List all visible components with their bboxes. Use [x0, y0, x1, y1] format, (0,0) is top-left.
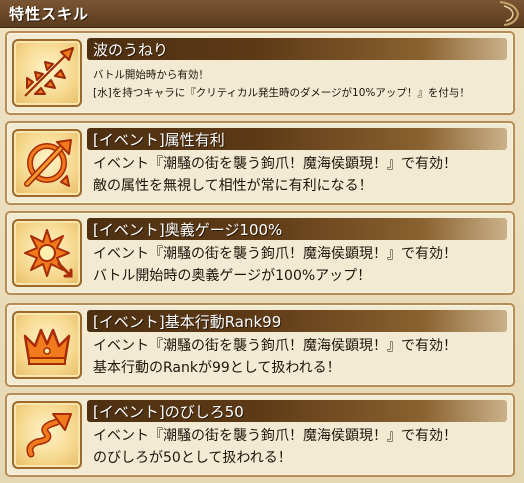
skill-description: イベント『潮騒の街を襲う鉤爪！魔海侯顕現！』で有効！ 敵の属性を無視して相性が常… [93, 153, 508, 197]
description-line: イベント『潮騒の街を襲う鉤爪！魔海侯顕現！』で有効！ [93, 246, 457, 262]
element-crosshair-icon [24, 139, 72, 187]
panel-title: 特性スキル [9, 5, 90, 23]
description-line: イベント『潮騒の街を襲う鉤爪！魔海侯顕現！』で有効！ [93, 156, 457, 172]
skill-name: [イベント]基本行動Rank99 [93, 313, 282, 331]
skill-row-action-rank[interactable]: [イベント]基本行動Rank99 イベント『潮騒の街を襲う鉤爪！魔海侯顕現！』で… [5, 303, 515, 387]
skill-description: イベント『潮騒の街を襲う鉤爪！魔海侯顕現！』で有効！ のびしろが50として扱われ… [93, 425, 508, 469]
skill-description: イベント『潮騒の街を襲う鉤爪！魔海侯顕現！』で有効！ 基本行動のRankが99と… [93, 335, 508, 379]
skill-row-element-advantage[interactable]: [イベント]属性有利 イベント『潮騒の街を襲う鉤爪！魔海侯顕現！』で有効！ 敵の… [5, 121, 515, 205]
description-line: 敵の属性を無視して相性が常に有利になる！ [93, 178, 373, 194]
description-line: のびしろが50として扱われる！ [93, 450, 292, 466]
skill-row-burst-gauge[interactable]: [イベント]奥義ゲージ100% イベント『潮騒の街を襲う鉤爪！魔海侯顕現！』で有… [5, 211, 515, 295]
skill-name-bar: [イベント]属性有利 [87, 128, 507, 150]
description-line: [水]を持つキャラに『クリティカル発生時のダメージが10%アップ！』を付与！ [93, 87, 470, 99]
skill-description: イベント『潮騒の街を襲う鉤爪！魔海侯顕現！』で有効！ バトル開始時の奥義ゲージが… [93, 243, 508, 287]
description-line: イベント『潮騒の街を襲う鉤爪！魔海侯顕現！』で有効！ [93, 428, 457, 444]
skill-row-growth[interactable]: [イベント]のびしろ50 イベント『潮騒の街を襲う鉤爪！魔海侯顕現！』で有効！ … [5, 393, 515, 477]
skill-icon-frame [12, 129, 82, 197]
description-line: イベント『潮騒の街を襲う鉤爪！魔海侯顕現！』で有効！ [93, 338, 457, 354]
spiral-arrow-icon [26, 413, 72, 458]
skill-name-bar: 波のうねり [87, 38, 507, 60]
crown-icon [23, 328, 71, 365]
skill-icon-frame [12, 39, 82, 107]
description-line: バトル開始時から有効！ [93, 69, 209, 81]
description-line: バトル開始時の奥義ゲージが100%アップ！ [93, 268, 372, 284]
skill-name-bar: [イベント]奥義ゲージ100% [87, 218, 507, 240]
trait-skill-panel: 特性スキル 波のうねり バトル開始時から有効！ [水]を持つキャラに『クリティカ… [0, 0, 524, 483]
description-line: 基本行動のRankが99として扱われる！ [93, 360, 341, 376]
skill-name-bar: [イベント]基本行動Rank99 [87, 310, 507, 332]
skill-row-wave[interactable]: 波のうねり バトル開始時から有効！ [水]を持つキャラに『クリティカル発生時のダ… [5, 31, 515, 115]
corner-ornament-icon [499, 1, 520, 26]
burst-gauge-icon [24, 229, 73, 278]
panel-header: 特性スキル [0, 0, 524, 28]
skill-name: [イベント]のびしろ50 [93, 403, 244, 421]
skill-name-bar: [イベント]のびしろ50 [87, 400, 507, 422]
skill-name: 波のうねり [93, 41, 169, 59]
skill-icon-frame [12, 219, 82, 287]
attack-arrows-icon [24, 47, 74, 97]
skill-description: バトル開始時から有効！ [水]を持つキャラに『クリティカル発生時のダメージが10… [93, 66, 508, 102]
skill-icon-frame [12, 311, 82, 379]
skill-name: [イベント]属性有利 [93, 131, 225, 149]
skill-icon-frame [12, 401, 82, 469]
skill-name: [イベント]奥義ゲージ100% [93, 221, 283, 239]
